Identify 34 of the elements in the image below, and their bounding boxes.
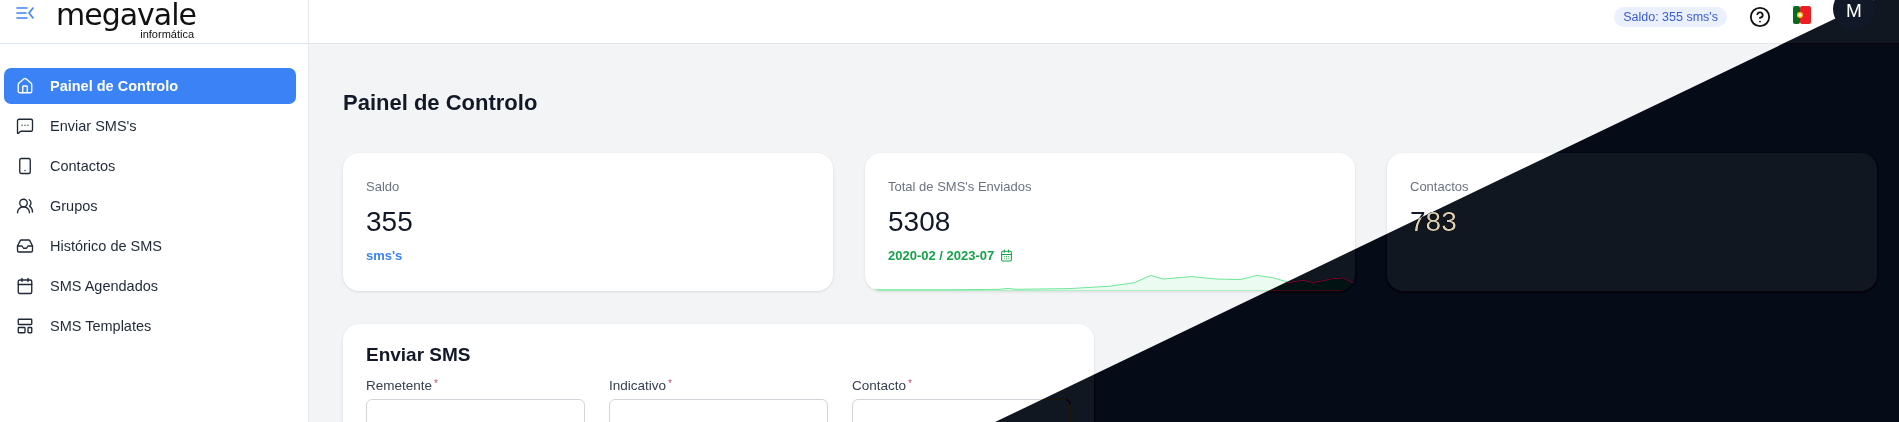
logo-tagline: informática — [140, 29, 195, 40]
calendar-icon — [16, 277, 34, 295]
stat-label: Contactos — [1410, 179, 1469, 194]
logo-name: megavale — [56, 1, 197, 29]
stat-label: Saldo — [366, 179, 400, 194]
sidebar-item[interactable]: SMS Agendados — [4, 268, 296, 304]
stat-value: 783 — [1410, 206, 1457, 238]
balance-badge: Saldo: 355 sms's — [1614, 7, 1727, 27]
stat-label: Total de SMS's Enviados — [888, 179, 1032, 194]
home-icon — [16, 77, 34, 95]
flag-icon[interactable] — [1793, 6, 1811, 24]
field-label: Contacto* — [852, 378, 912, 393]
phone-icon — [16, 157, 34, 175]
date-range: 2020-02 / 2023-07 — [888, 248, 995, 263]
sidebar-item[interactable]: Painel de Controlo — [4, 68, 296, 104]
help-icon[interactable] — [1749, 6, 1771, 28]
field-label: Indicativo* — [609, 378, 672, 393]
sidebar-item[interactable]: Contactos — [4, 148, 296, 184]
page-title: Painel de Controlo — [343, 89, 539, 117]
field-label: Remetente* — [366, 378, 438, 393]
sidebar-item[interactable]: Enviar SMS's — [4, 108, 296, 144]
stat-value: 355 — [366, 206, 413, 238]
sidebar-item[interactable]: Histórico de SMS — [4, 228, 296, 264]
chat-bubble-icon — [16, 117, 34, 135]
layout-icon — [16, 317, 34, 335]
people-icon — [16, 197, 34, 215]
menu-collapse-icon[interactable] — [16, 6, 34, 20]
stat-link[interactable]: sms's — [366, 248, 403, 263]
calendar-icon[interactable] — [1000, 249, 1014, 262]
sidebar-item[interactable]: SMS Templates — [4, 308, 296, 344]
inbox-icon — [16, 237, 34, 255]
stat-value: 5308 — [888, 206, 951, 238]
sidebar-item[interactable]: Grupos — [4, 188, 296, 224]
form-title: Enviar SMS — [366, 344, 472, 366]
